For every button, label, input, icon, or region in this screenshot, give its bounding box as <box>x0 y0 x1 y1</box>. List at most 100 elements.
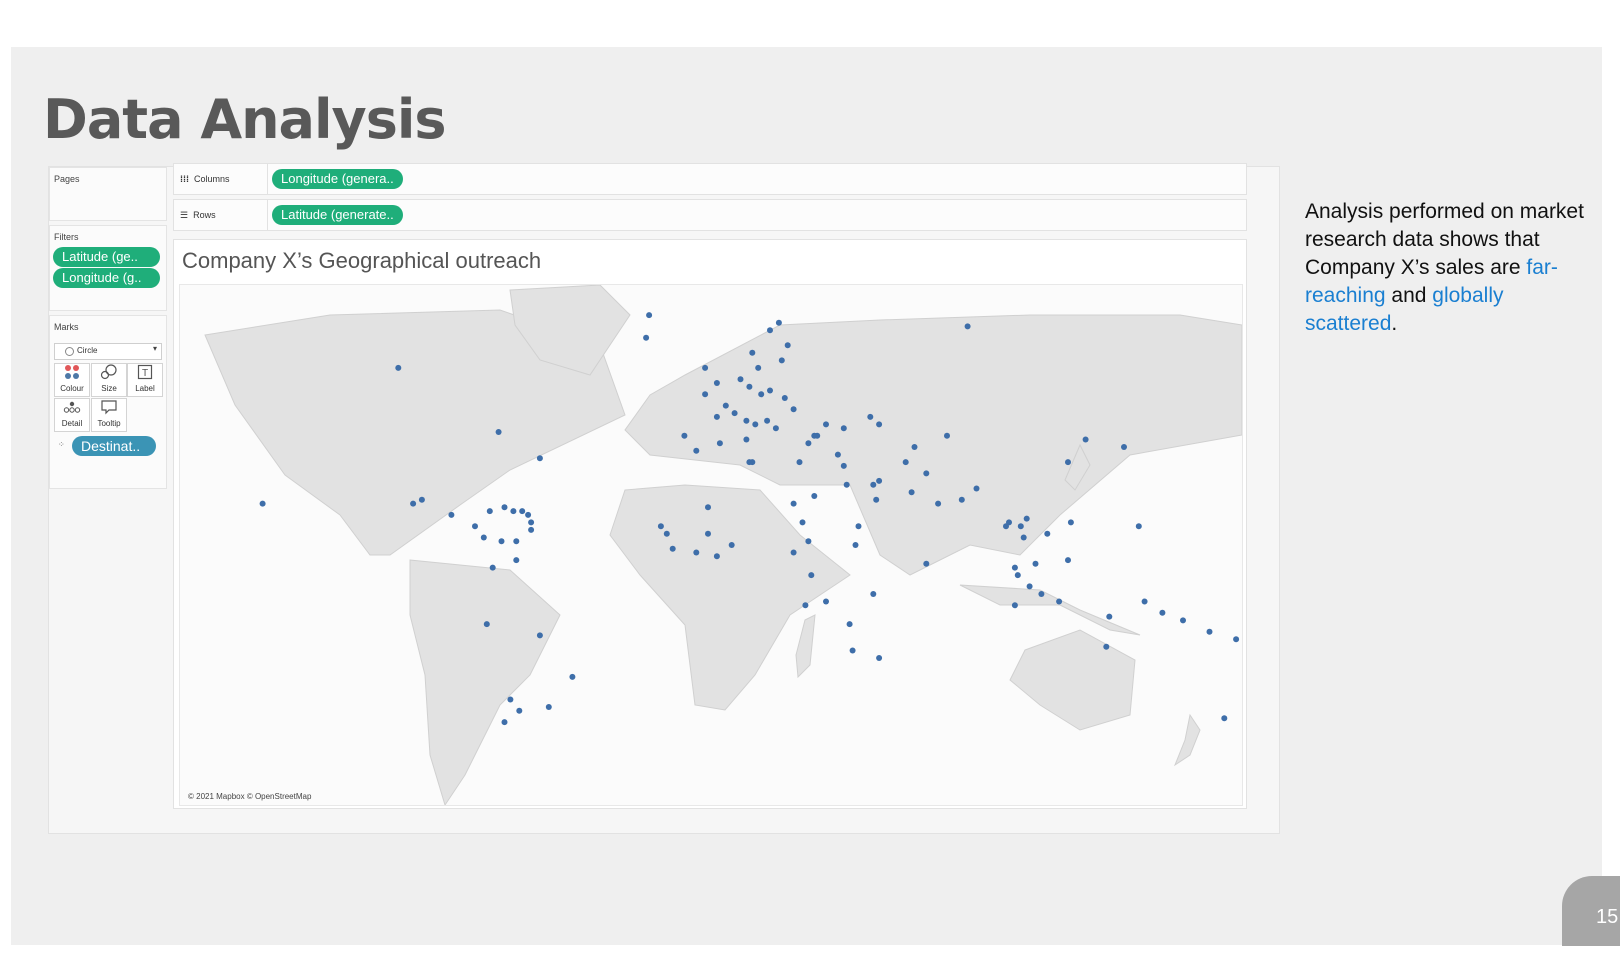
destination-point[interactable] <box>737 376 744 383</box>
destination-point[interactable] <box>498 538 505 545</box>
destination-point[interactable] <box>746 383 753 390</box>
destination-point[interactable] <box>728 542 735 548</box>
destination-point[interactable] <box>781 395 788 401</box>
destination-point[interactable] <box>767 327 773 334</box>
destination-point[interactable] <box>495 429 502 435</box>
map-canvas[interactable] <box>180 285 1242 805</box>
destination-point[interactable] <box>973 485 980 492</box>
destination-point[interactable] <box>752 421 759 428</box>
destination-point[interactable] <box>259 500 266 507</box>
world-map[interactable]: © 2021 Mapbox © OpenStreetMap <box>179 284 1243 806</box>
destination-point[interactable] <box>713 413 720 420</box>
destination-point[interactable] <box>1056 598 1063 605</box>
pages-card[interactable]: Pages <box>49 167 167 221</box>
destination-point[interactable] <box>519 508 526 515</box>
destination-point[interactable] <box>1103 643 1110 650</box>
destination-point[interactable] <box>811 493 818 499</box>
destination-point[interactable] <box>1011 602 1018 609</box>
destination-point[interactable] <box>1011 564 1018 571</box>
destination-point[interactable] <box>510 508 517 515</box>
colour-button[interactable]: Colour <box>54 363 90 397</box>
destination-point[interactable] <box>873 496 880 503</box>
rows-shelf[interactable]: ☰ Rows Latitude (generate.. <box>173 199 1247 231</box>
destination-point[interactable] <box>731 410 738 417</box>
destination-point[interactable] <box>876 655 883 661</box>
filter-pill-longitude[interactable]: Longitude (g.. <box>53 268 160 288</box>
destination-point[interactable] <box>843 481 850 488</box>
destination-point[interactable] <box>1206 628 1213 635</box>
destination-point[interactable] <box>705 530 711 537</box>
destination-point[interactable] <box>790 500 797 507</box>
destination-point[interactable] <box>1014 572 1021 579</box>
destination-point[interactable] <box>790 549 797 556</box>
destination-point[interactable] <box>713 380 720 386</box>
destination-point[interactable] <box>1159 609 1166 616</box>
destination-point[interactable] <box>796 459 803 466</box>
destination-point[interactable] <box>705 504 711 511</box>
destination-point[interactable] <box>1233 636 1240 643</box>
destination-point[interactable] <box>472 523 478 530</box>
destination-point[interactable] <box>663 530 670 537</box>
destination-point[interactable] <box>876 421 883 428</box>
mark-type-dropdown[interactable]: Circle ▾ <box>54 343 162 360</box>
destination-point[interactable] <box>808 572 815 579</box>
destination-point[interactable] <box>823 598 829 605</box>
destination-point[interactable] <box>418 496 425 503</box>
destination-point[interactable] <box>772 425 779 432</box>
destination-point[interactable] <box>483 621 490 628</box>
destination-point[interactable] <box>764 417 771 424</box>
destination-point[interactable] <box>545 704 552 710</box>
destination-point[interactable] <box>1121 444 1127 450</box>
detail-button[interactable]: Detail <box>54 398 90 432</box>
destination-point[interactable] <box>528 519 535 526</box>
columns-pill-longitude[interactable]: Longitude (genera.. <box>272 169 403 189</box>
detail-field-pill[interactable]: Destinat.. <box>72 436 156 456</box>
destination-point[interactable] <box>805 440 812 447</box>
destination-point[interactable] <box>536 455 543 462</box>
destination-point[interactable] <box>681 432 688 439</box>
destination-point[interactable] <box>716 440 723 447</box>
destination-point[interactable] <box>448 511 455 518</box>
destination-point[interactable] <box>814 432 821 439</box>
destination-point[interactable] <box>840 462 847 469</box>
destination-point[interactable] <box>693 549 700 556</box>
destination-point[interactable] <box>657 523 664 530</box>
tooltip-button[interactable]: Tooltip <box>91 398 127 432</box>
destination-point[interactable] <box>834 451 841 458</box>
destination-point[interactable] <box>395 364 402 371</box>
destination-point[interactable] <box>799 519 806 526</box>
destination-point[interactable] <box>802 602 809 609</box>
destination-point[interactable] <box>1006 519 1012 526</box>
destination-point[interactable] <box>643 334 650 341</box>
destination-point[interactable] <box>1023 515 1030 522</box>
filters-card[interactable]: Filters Latitude (ge.. Longitude (g.. <box>49 225 167 311</box>
destination-point[interactable] <box>501 504 508 511</box>
destination-point[interactable] <box>1106 613 1113 620</box>
destination-point[interactable] <box>911 444 918 450</box>
destination-point[interactable] <box>501 719 508 726</box>
destination-point[interactable] <box>489 564 496 571</box>
destination-point[interactable] <box>1180 617 1186 624</box>
destination-point[interactable] <box>693 447 700 454</box>
destination-point[interactable] <box>876 477 883 484</box>
destination-point[interactable] <box>846 621 853 628</box>
destination-point[interactable] <box>1020 534 1027 541</box>
destination-point[interactable] <box>528 526 535 533</box>
destination-point[interactable] <box>513 557 520 564</box>
destination-point[interactable] <box>722 402 729 409</box>
destination-point[interactable] <box>1135 523 1142 530</box>
destination-point[interactable] <box>870 481 877 488</box>
columns-shelf[interactable]: ⁞⁞⁞ Columns Longitude (genera.. <box>173 163 1247 195</box>
destination-point[interactable] <box>935 500 942 507</box>
destination-point[interactable] <box>516 707 523 714</box>
destination-point[interactable] <box>908 489 915 496</box>
destination-point[interactable] <box>1082 436 1089 443</box>
destination-point[interactable] <box>784 342 791 349</box>
destination-point[interactable] <box>767 387 773 394</box>
destination-point[interactable] <box>646 312 653 319</box>
destination-point[interactable] <box>1038 591 1045 597</box>
destination-point[interactable] <box>755 364 762 371</box>
destination-point[interactable] <box>1044 530 1051 537</box>
destination-point[interactable] <box>790 406 797 413</box>
destination-point[interactable] <box>702 391 709 398</box>
